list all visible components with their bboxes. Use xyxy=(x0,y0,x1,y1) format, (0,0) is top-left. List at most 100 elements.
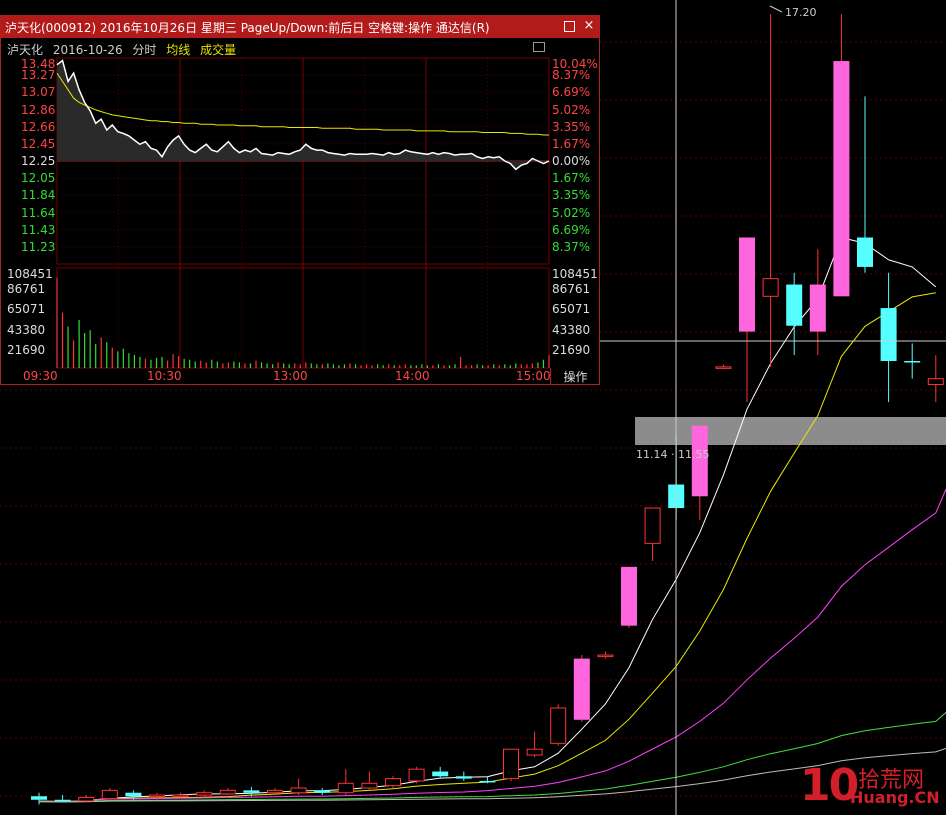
popup-titlebar[interactable]: 泸天化(000912) 2016年10月26日 星期三 PageUp/Down:… xyxy=(1,16,599,38)
pct-axis-label: 1.67% xyxy=(552,171,591,186)
time-axis-label: 09:30 xyxy=(23,369,58,383)
candle xyxy=(904,343,921,379)
candle-body xyxy=(526,748,543,756)
candle-body xyxy=(762,278,779,297)
price-axis-label: 13.27 xyxy=(21,68,56,83)
operate-button[interactable]: 操作 xyxy=(550,368,600,384)
price-axis-label: 12.86 xyxy=(21,102,56,117)
popup-title: 泸天化(000912) 2016年10月26日 星期三 PageUp/Down:… xyxy=(5,21,490,35)
candle-body xyxy=(78,796,95,802)
candle xyxy=(219,788,236,796)
price-axis-label: 12.45 xyxy=(21,136,56,151)
candle xyxy=(361,771,378,791)
price-axis-label: 11.43 xyxy=(21,222,56,237)
intraday-chart[interactable] xyxy=(1,54,599,384)
volume-axis-label: 43380 xyxy=(7,322,46,337)
pct-axis-label: 6.69% xyxy=(552,85,591,100)
candle-body xyxy=(385,778,401,787)
candle-body xyxy=(503,748,519,780)
candle-body xyxy=(739,237,755,332)
candle-body xyxy=(31,796,47,800)
candle xyxy=(526,731,543,758)
restore-button[interactable] xyxy=(561,18,577,34)
candle xyxy=(314,788,331,796)
volume-axis-label: 21690 xyxy=(552,343,591,357)
price-axis-label: 12.05 xyxy=(21,171,56,186)
candle xyxy=(880,272,897,403)
price-axis-label: 13.07 xyxy=(21,85,56,100)
candle xyxy=(408,766,425,784)
ma20-line xyxy=(38,488,946,803)
candle-body xyxy=(149,794,165,798)
volume-axis-label: 21690 xyxy=(7,343,46,357)
candle xyxy=(857,96,873,273)
volume-axis-label: 108451 xyxy=(552,267,598,281)
candle-body xyxy=(857,237,873,267)
candle-body xyxy=(621,566,637,626)
candle-body xyxy=(267,789,283,794)
pct-axis-label: 3.35% xyxy=(552,188,591,203)
candle-body xyxy=(904,361,921,363)
candle-body xyxy=(809,284,826,332)
pct-axis-label: 5.02% xyxy=(552,205,591,220)
candle xyxy=(432,766,449,779)
high-price-label: 17.20 xyxy=(785,6,817,19)
volume-axis-label: 86761 xyxy=(552,281,591,296)
pct-axis-label: 0.00% xyxy=(552,154,591,168)
candle-body xyxy=(644,507,661,544)
candle-body xyxy=(880,308,897,362)
candle xyxy=(385,776,401,789)
candle-body xyxy=(125,792,142,797)
window-toggle-icon[interactable] xyxy=(533,42,545,52)
candle-body xyxy=(597,654,614,658)
candle-body xyxy=(408,768,425,782)
time-axis-label: 10:30 xyxy=(147,369,182,383)
candle xyxy=(31,792,47,805)
candle xyxy=(739,237,755,403)
candle xyxy=(196,790,213,798)
restore-icon xyxy=(564,21,575,32)
candle-body xyxy=(290,787,307,794)
candle xyxy=(644,507,661,561)
candle xyxy=(550,704,567,746)
price-axis-label: 11.23 xyxy=(21,239,56,254)
candle xyxy=(715,364,732,370)
candle-body xyxy=(432,771,449,777)
price-axis-label: 12.66 xyxy=(21,119,56,134)
candle xyxy=(809,249,826,356)
close-button[interactable]: × xyxy=(581,18,597,34)
volume-axis-label: 43380 xyxy=(552,322,591,337)
candle-body xyxy=(786,284,803,326)
candle xyxy=(621,566,637,629)
pct-axis-label: 8.37% xyxy=(552,239,591,254)
candle-body xyxy=(455,776,472,779)
candle xyxy=(503,748,519,781)
candle xyxy=(573,655,590,723)
candle-body xyxy=(833,61,850,297)
candle xyxy=(786,272,803,356)
candle xyxy=(833,14,850,297)
site-watermark-logo: 10 拾荒网 Huang.CN xyxy=(800,760,940,811)
volume-axis-label: 65071 xyxy=(7,302,46,316)
candle-body xyxy=(314,790,331,793)
pct-axis-label: 5.02% xyxy=(552,102,591,117)
pct-axis-label: 8.37% xyxy=(552,68,591,83)
volume-axis-label: 65071 xyxy=(552,302,591,316)
candle-body xyxy=(54,799,71,802)
candle-body xyxy=(361,782,378,789)
pct-axis-label: 3.35% xyxy=(552,119,591,134)
time-axis-label: 15:00 xyxy=(516,369,551,383)
candle xyxy=(762,14,779,367)
candle-body xyxy=(337,782,354,794)
intraday-popup-window[interactable]: 泸天化(000912) 2016年10月26日 星期三 PageUp/Down:… xyxy=(0,15,600,385)
candle-body xyxy=(196,792,213,796)
volume-axis-label: 108451 xyxy=(7,267,53,281)
candle xyxy=(927,355,944,403)
candle xyxy=(597,651,614,659)
candle-body xyxy=(243,790,260,793)
candle xyxy=(172,792,189,798)
time-axis-label: 13:00 xyxy=(273,369,308,383)
candle xyxy=(101,788,118,800)
candle xyxy=(290,778,307,796)
volume-axis-label: 86761 xyxy=(7,281,46,296)
